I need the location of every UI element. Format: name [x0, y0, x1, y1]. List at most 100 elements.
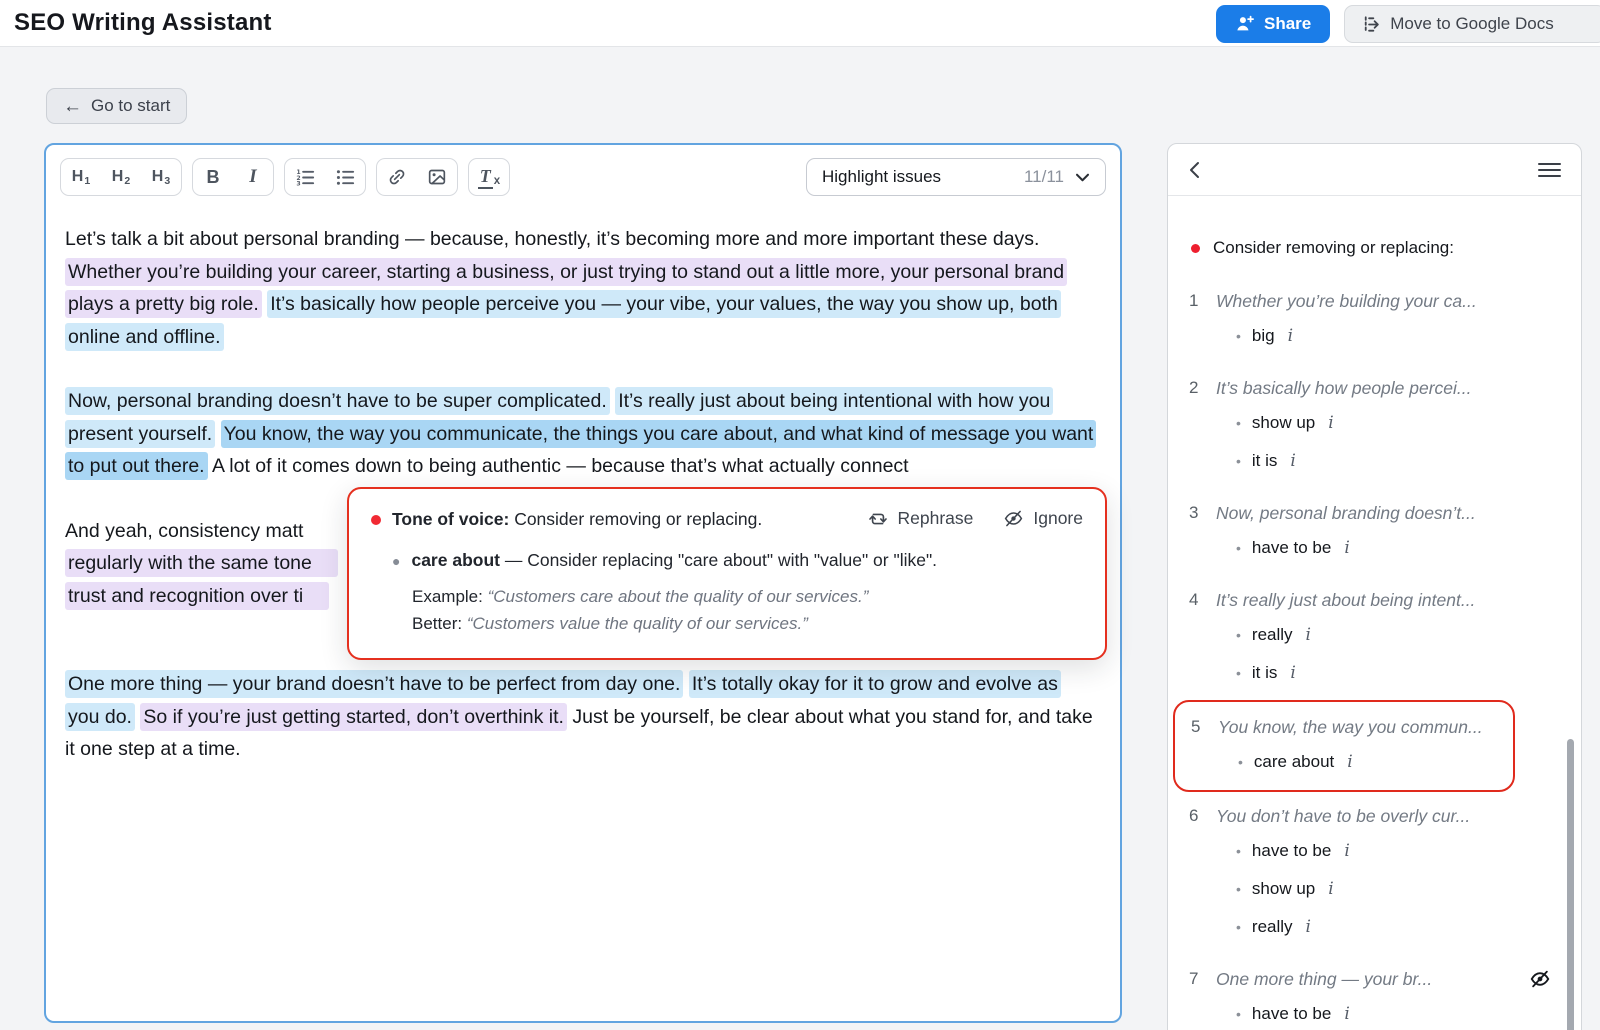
export-icon	[1360, 14, 1381, 35]
bullet-icon: •	[1236, 1006, 1241, 1022]
rephrase-button[interactable]: Rephrase	[868, 508, 973, 529]
bullet-icon: •	[1236, 415, 1241, 431]
text-segment	[215, 423, 220, 445]
popup-message: Tone of voice: Consider removing or repl…	[371, 506, 763, 533]
bullet-icon: •	[1236, 919, 1241, 935]
keyword-row[interactable]: •have to bei	[1189, 538, 1551, 564]
active-issue-box[interactable]: 5You know, the way you commun... •care ab…	[1173, 700, 1515, 792]
bold-button[interactable]: B	[193, 159, 233, 195]
issue-item: 5You know, the way you commun... •care ab…	[1191, 714, 1499, 778]
example-quote: “Customers care about the quality of our…	[488, 587, 869, 606]
top-bar: SEO Writing Assistant Share Move to Goog…	[0, 0, 1600, 47]
issue-text: Consider removing or replacing.	[509, 509, 762, 529]
better-label: Better:	[412, 614, 467, 633]
issue-number: 7	[1189, 969, 1204, 989]
issue-sentence-row[interactable]: 4It’s really just about being intent...	[1189, 587, 1551, 613]
term-keyword: care about	[411, 550, 500, 570]
keyword-row[interactable]: •bigi	[1189, 326, 1551, 352]
keyword-row[interactable]: •have to bei	[1189, 1004, 1551, 1030]
go-to-start-button[interactable]: ← Go to start	[46, 88, 187, 124]
paragraph[interactable]: Let’s talk a bit about personal branding…	[65, 223, 1094, 353]
issue-sentence-row[interactable]: 3Now, personal branding doesn’t...	[1189, 500, 1551, 526]
issues-sidebar: Consider removing or replacing: 1Whether…	[1167, 143, 1582, 1030]
info-icon[interactable]: i	[1306, 917, 1311, 937]
highlight-issues-dropdown[interactable]: Highlight issues 11/11	[806, 158, 1106, 196]
keyword-label: really	[1252, 917, 1293, 937]
keyword-row[interactable]: • it is i	[1189, 451, 1551, 477]
keyword-row[interactable]: • reallyi	[1189, 917, 1551, 943]
move-to-google-docs-button[interactable]: Move to Google Docs	[1344, 5, 1600, 43]
issue-sentence-row[interactable]: 5You know, the way you commun...	[1191, 714, 1499, 740]
sidebar-title: Consider removing or replacing:	[1213, 238, 1454, 258]
info-icon[interactable]: i	[1290, 451, 1295, 471]
issue-item: 2It’s basically how people percei... • sho…	[1189, 375, 1551, 477]
info-icon[interactable]: i	[1328, 879, 1333, 899]
bullet-icon: •	[1238, 754, 1243, 770]
issue-sentence-row[interactable]: 7One more thing — your br...	[1189, 966, 1551, 992]
editor-toolbar: H1 H2 H3 B I 123	[46, 145, 1120, 196]
info-icon[interactable]: i	[1290, 663, 1295, 683]
bullet-icon: ●	[392, 548, 400, 574]
issue-sentence-row[interactable]: 1Whether you’re building your ca...	[1189, 288, 1551, 314]
hamburger-menu-icon[interactable]	[1538, 162, 1561, 178]
share-button[interactable]: Share	[1216, 5, 1330, 43]
chevron-down-icon	[1075, 172, 1090, 183]
info-icon[interactable]: i	[1344, 538, 1349, 558]
keyword-row[interactable]: • reallyi	[1189, 625, 1551, 651]
topbar-actions: Share Move to Google Docs	[1216, 5, 1600, 43]
keyword-label: it is	[1252, 451, 1278, 471]
issues-count: 11/11	[1024, 167, 1064, 187]
info-icon[interactable]: i	[1344, 841, 1349, 861]
issue-list: 1Whether you’re building your ca... •bigi…	[1189, 288, 1551, 1030]
issue-item: 4It’s really just about being intent... •…	[1189, 587, 1551, 689]
keyword-row[interactable]: •show upi	[1189, 879, 1551, 905]
issue-item: 1Whether you’re building your ca... •bigi	[1189, 288, 1551, 352]
bullet-icon: •	[1236, 627, 1241, 643]
ignore-button[interactable]: Ignore	[1003, 508, 1083, 529]
chevron-left-icon[interactable]	[1188, 161, 1201, 179]
image-icon	[427, 167, 447, 187]
keyword-label: show up	[1252, 413, 1315, 433]
h3-button[interactable]: H3	[141, 159, 181, 195]
info-icon[interactable]: i	[1328, 413, 1333, 433]
keyword-row[interactable]: •it isi	[1189, 663, 1551, 689]
bullet-list-button[interactable]	[325, 159, 365, 195]
info-icon[interactable]: i	[1344, 1004, 1349, 1024]
keyword-row[interactable]: • show up i	[1189, 413, 1551, 439]
sidebar-scrollbar[interactable]	[1567, 739, 1574, 1030]
issue-number: 1	[1189, 291, 1204, 311]
keyword-label: have to be	[1252, 841, 1331, 861]
link-icon	[387, 167, 407, 187]
back-arrow-icon: ←	[63, 97, 82, 116]
info-icon[interactable]: i	[1288, 326, 1293, 346]
issue-number: 5	[1191, 717, 1206, 737]
link-button[interactable]	[377, 159, 417, 195]
eye-slash-icon[interactable]	[1529, 968, 1551, 990]
image-button[interactable]	[417, 159, 457, 195]
issue-number: 4	[1189, 590, 1204, 610]
info-icon[interactable]: i	[1306, 625, 1311, 645]
list-buttons-group: 123	[284, 158, 366, 196]
h1-button[interactable]: H1	[61, 159, 101, 195]
italic-button[interactable]: I	[233, 159, 273, 195]
issue-category: Tone of voice:	[392, 509, 509, 529]
keyword-label: really	[1252, 625, 1293, 645]
highlight-issues-label: Highlight issues	[822, 167, 941, 187]
info-icon[interactable]: i	[1347, 752, 1352, 772]
keyword-row[interactable]: •have to bei	[1189, 841, 1551, 867]
h2-button[interactable]: H2	[101, 159, 141, 195]
insert-buttons-group	[376, 158, 458, 196]
ordered-list-button[interactable]: 123	[285, 159, 325, 195]
rephrase-icon	[868, 509, 888, 529]
text-segment: And yeah, consistency matt	[65, 520, 303, 542]
clear-formatting-button[interactable]: Tx	[469, 159, 509, 195]
bullet-icon: •	[1236, 328, 1241, 344]
keyword-row[interactable]: •care abouti	[1191, 752, 1499, 778]
bullet-icon: •	[1236, 453, 1241, 469]
issue-sentence-row[interactable]: 2It’s basically how people percei...	[1189, 375, 1551, 401]
paragraph[interactable]: Now, personal branding doesn’t have to b…	[65, 385, 1094, 483]
issue-sentence-row[interactable]: 6You don’t have to be overly cur...	[1189, 803, 1551, 829]
paragraph[interactable]: One more thing — your brand doesn’t have…	[65, 668, 1094, 766]
sidebar-header	[1168, 144, 1581, 196]
sidebar-title-row: Consider removing or replacing:	[1189, 235, 1551, 261]
